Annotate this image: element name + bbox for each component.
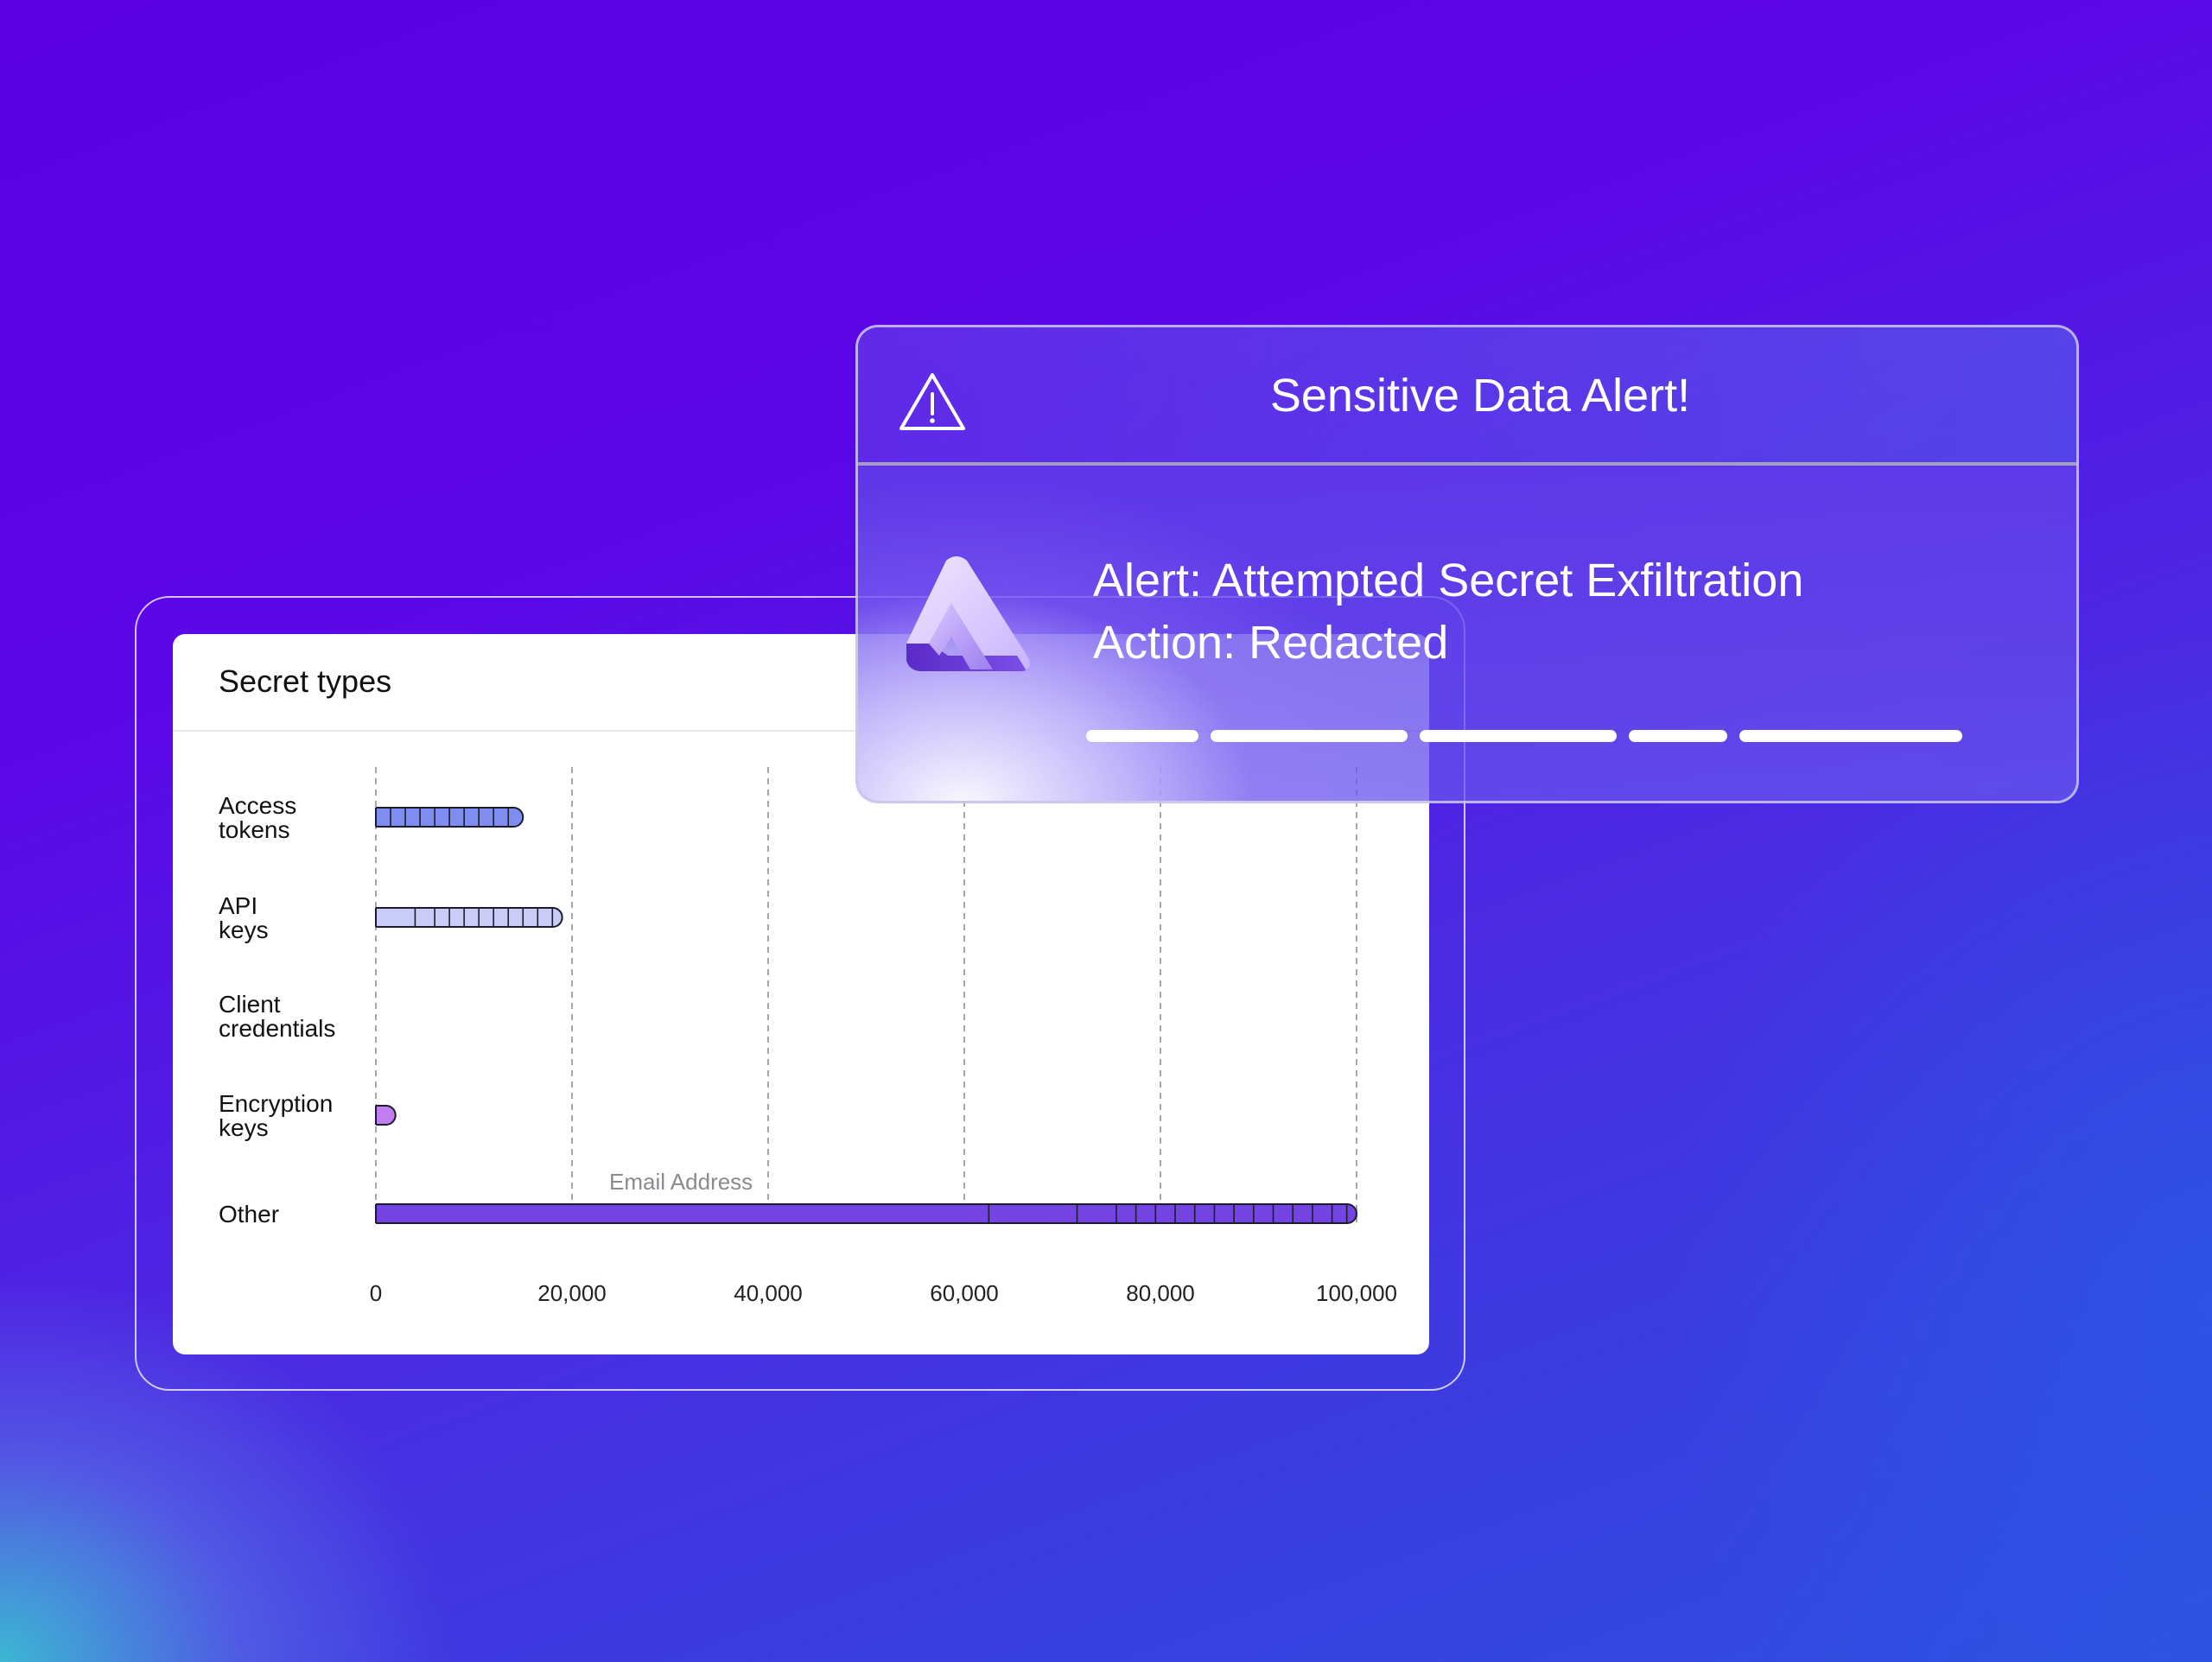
x-tick-label: 0 bbox=[370, 1280, 382, 1306]
alert-title: Sensitive Data Alert! bbox=[1269, 370, 1691, 422]
bar-left-end bbox=[376, 908, 386, 927]
category-label: Encryption keys bbox=[219, 1090, 333, 1141]
alert-header: Sensitive Data Alert! bbox=[858, 327, 2076, 466]
x-tick-label: 80,000 bbox=[1126, 1280, 1195, 1306]
brand-logo-icon bbox=[906, 556, 1030, 671]
bar-left-end bbox=[376, 1204, 386, 1223]
x-tick-label: 100,000 bbox=[1316, 1280, 1397, 1306]
bar bbox=[375, 1203, 1357, 1224]
alert-body-background bbox=[858, 467, 2076, 801]
placeholder-pill bbox=[1211, 730, 1408, 742]
bar-annotation: Email Address bbox=[609, 1169, 753, 1195]
x-tick-label: 20,000 bbox=[537, 1280, 607, 1306]
category-label: Client credentials bbox=[219, 991, 335, 1042]
category-label: Access tokens bbox=[219, 792, 296, 843]
bar-left-end bbox=[376, 1106, 386, 1125]
placeholder-pill bbox=[1420, 730, 1617, 742]
bar-left-end bbox=[376, 808, 386, 827]
category-label: Other bbox=[219, 1201, 279, 1227]
x-tick-label: 60,000 bbox=[930, 1280, 999, 1306]
category-label: API keys bbox=[219, 892, 269, 943]
placeholder-pill bbox=[1629, 730, 1727, 742]
x-tick-label: 40,000 bbox=[734, 1280, 803, 1306]
placeholder-pill bbox=[1739, 730, 1962, 742]
bar bbox=[375, 907, 563, 928]
sensitive-data-alert-panel: Sensitive Data Alert! Alert: Attempted S… bbox=[855, 325, 2079, 803]
placeholder-pill bbox=[1086, 730, 1198, 742]
alert-message-line: Alert: Attempted Secret Exfiltration bbox=[1093, 555, 1804, 606]
alert-action-line: Action: Redacted bbox=[1093, 617, 1449, 669]
